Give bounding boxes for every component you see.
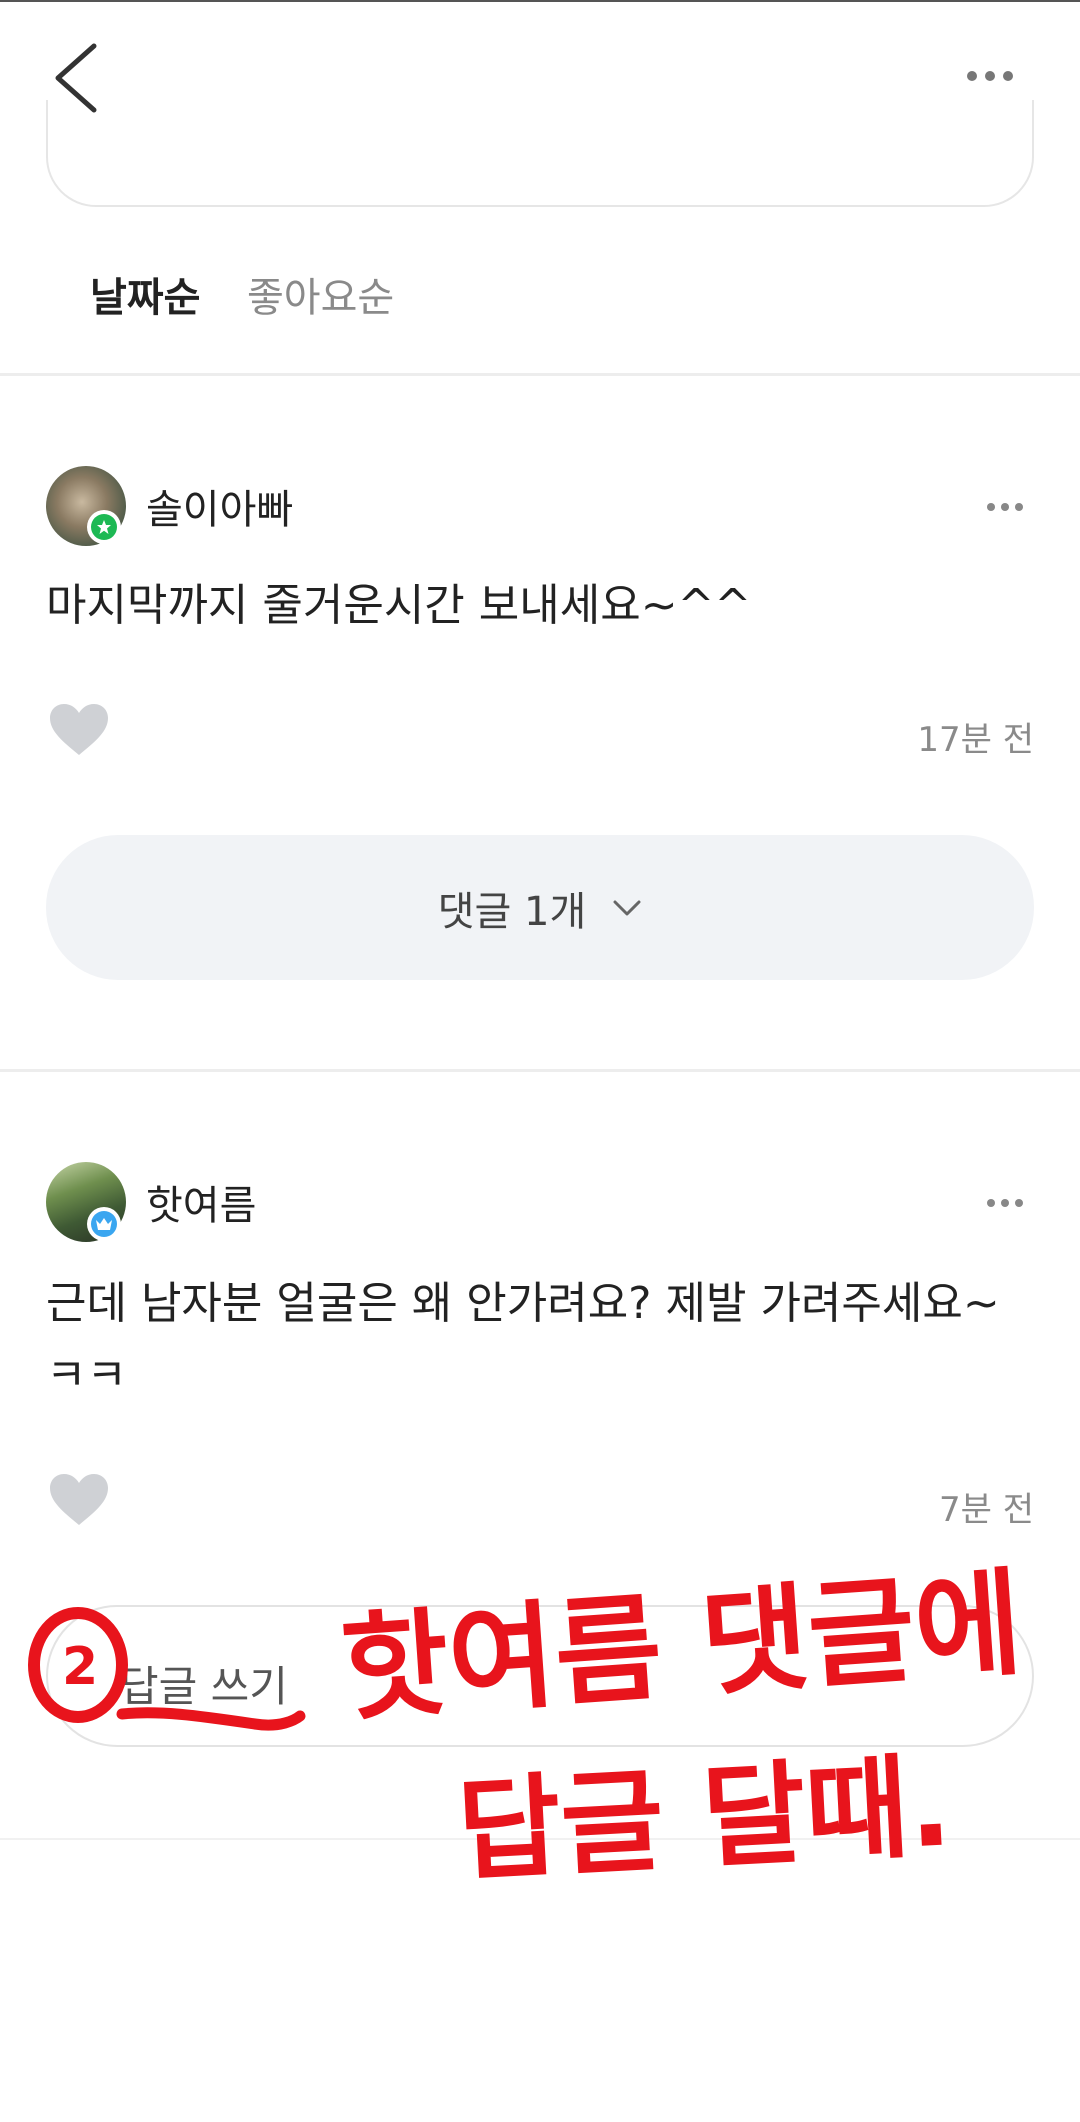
user-badge	[87, 1207, 121, 1241]
comment-text: 근데 남자분 얼굴은 왜 안가려요? 제발 가려주세요~ ㅋㅋ	[46, 1278, 1000, 1401]
top-border	[0, 0, 1080, 2]
comment-author[interactable]: 핫여름	[146, 1173, 256, 1231]
comment-text: 마지막까지 줄거운시간 보내세요~^^	[46, 580, 752, 631]
star-icon	[97, 520, 111, 534]
heart-icon	[50, 1474, 108, 1525]
annotation-line1: 핫여름 댓글에	[338, 1560, 1026, 1738]
replies-count-label: 댓글 1개	[437, 888, 587, 935]
comment-time: 7분 전	[939, 1490, 1034, 1530]
annotation-number: 2	[62, 1637, 98, 1697]
heart-icon	[50, 704, 108, 755]
handwritten-annotation: 2 핫여름 댓글에 답글 달때.	[28, 1560, 1026, 1897]
crown-icon	[96, 1218, 112, 1230]
more-options-button[interactable]	[955, 55, 1025, 95]
like-button[interactable]	[48, 1473, 110, 1531]
annotation-underline	[116, 1707, 306, 1731]
comment-input-box[interactable]	[46, 100, 1034, 207]
comment-time: 17분 전	[917, 720, 1034, 760]
sort-tab-likes[interactable]: 좋아요순	[247, 265, 394, 323]
user-badge	[87, 510, 121, 544]
sort-tab-date[interactable]: 날짜순	[90, 265, 200, 323]
chevron-down-icon	[613, 900, 641, 915]
section-divider	[0, 1069, 1080, 1072]
like-button[interactable]	[48, 703, 110, 761]
annotation-line2: 답글 달때.	[455, 1741, 955, 1897]
comment-more-button[interactable]	[982, 497, 1032, 517]
comment-more-button[interactable]	[982, 1193, 1032, 1213]
comment-author[interactable]: 솔이아빠	[146, 477, 293, 535]
view-replies-button[interactable]: 댓글 1개	[46, 835, 1034, 980]
section-divider	[0, 373, 1080, 376]
